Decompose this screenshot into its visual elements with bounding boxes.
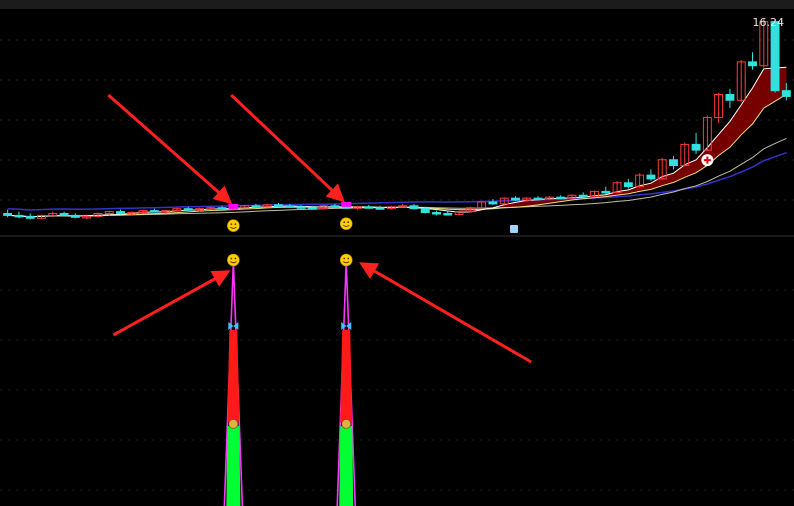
money-bag-icon [228, 419, 239, 429]
smiley-icon [227, 253, 240, 267]
candle-body [25, 215, 35, 219]
candle-body [691, 143, 701, 151]
candle-body [770, 21, 780, 92]
signal-block [341, 201, 352, 207]
annotation-arrow [107, 93, 233, 205]
smiley-icon [227, 219, 240, 232]
candle-body [725, 94, 735, 101]
candle-body [341, 206, 351, 209]
candle-body [511, 197, 520, 201]
candle-body [375, 207, 385, 210]
candle-body [669, 159, 678, 167]
smiley-icon [339, 253, 353, 267]
candle-body [488, 201, 498, 205]
candle-body [217, 207, 227, 210]
annotation-arrows [107, 93, 532, 364]
candle-body [274, 204, 283, 207]
candle-body [285, 205, 295, 208]
signal-markers [227, 154, 714, 233]
candle-body [533, 197, 543, 201]
candle-body [781, 90, 791, 97]
candlestick-chart[interactable] [0, 0, 794, 506]
signal-bar-green [226, 425, 241, 506]
last-price-label: 16.24 [752, 16, 785, 29]
candle-body [14, 214, 24, 218]
candle-body [3, 212, 13, 216]
ma-10-line [7, 93, 787, 218]
indicator-subpanel [223, 253, 357, 506]
signal-block [228, 203, 239, 209]
candle-body [432, 212, 441, 215]
candle-body [183, 208, 193, 211]
candle-body [409, 205, 419, 210]
lock-icon [510, 225, 518, 233]
grid [0, 39, 794, 491]
candle-body [646, 174, 656, 180]
annotation-arrow [112, 270, 231, 337]
ma-5-line [7, 66, 787, 218]
candle-body [149, 210, 159, 213]
candle-body [307, 207, 317, 210]
money-bag-icon [341, 419, 352, 429]
candle-body [623, 182, 633, 188]
annotation-arrow [230, 93, 345, 203]
candle-body [251, 205, 261, 208]
signal-bar-green [339, 425, 354, 506]
candle-body [70, 214, 80, 218]
butterfly-icon [228, 322, 239, 330]
candle-body [420, 208, 430, 214]
candle-body [116, 211, 125, 214]
candles [3, 18, 791, 220]
candle-body [364, 206, 374, 209]
annotation-arrow [359, 262, 532, 364]
medical-cross-icon [701, 154, 714, 167]
candle-body [59, 212, 69, 216]
candle-body [330, 205, 340, 208]
candle-body [296, 206, 306, 209]
candle-body [601, 190, 611, 194]
moving-averages [7, 66, 787, 218]
smiley-icon [339, 217, 353, 230]
candle-body [748, 61, 757, 67]
candle-body [556, 196, 566, 200]
candle-body [443, 212, 453, 216]
candle-body [578, 194, 588, 198]
butterfly-icon [341, 322, 352, 330]
signal-bar-red [340, 330, 353, 422]
signal-bar-red [227, 330, 240, 422]
